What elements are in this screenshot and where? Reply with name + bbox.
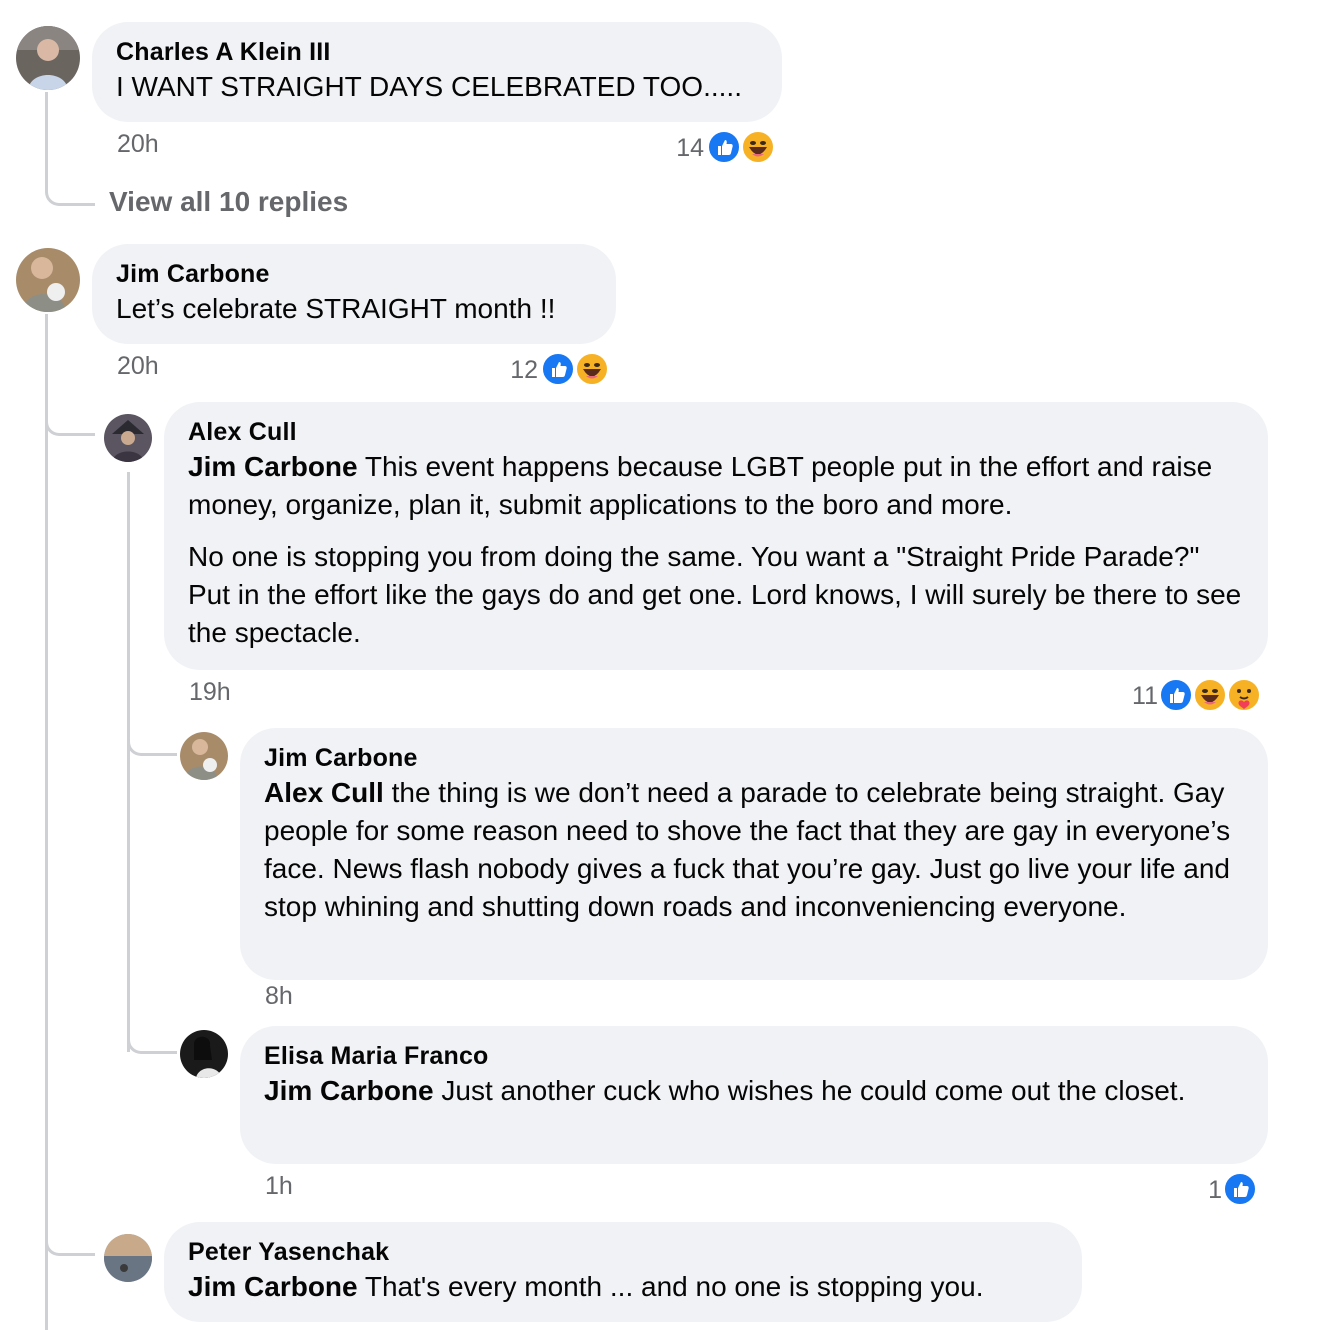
mention-link[interactable]: Jim Carbone [264,1075,434,1106]
thread-curve-reply4 [45,1220,95,1256]
avatar-elisa[interactable] [180,1030,228,1078]
comment-author[interactable]: Alex Cull [188,416,1244,448]
thread-curve-view-replies [45,170,95,206]
comment-author[interactable]: Jim Carbone [116,258,592,290]
view-all-replies-link[interactable]: View all 10 replies [109,186,348,218]
comment-text: Jim Carbone That's every month ... and n… [188,1268,1058,1306]
haha-icon[interactable] [740,129,776,165]
comment-timestamp[interactable]: 19h [189,678,231,707]
reaction-count[interactable]: 12 [494,356,538,385]
comment-author[interactable]: Jim Carbone [264,742,1244,774]
haha-icon[interactable] [1192,677,1228,713]
mention-link[interactable]: Jim Carbone [188,451,358,482]
avatar-photo-icon [16,26,80,90]
avatar-photo-icon [104,414,152,462]
avatar-charles[interactable] [16,26,80,90]
comment-text: I WANT STRAIGHT DAYS CELEBRATED TOO..... [116,71,742,102]
thread-line-reply1 [127,472,130,1052]
comment-text-part: That's every month ... and no one is sto… [357,1271,984,1302]
like-icon[interactable] [706,129,742,165]
reaction-count[interactable]: 11 [1114,682,1158,711]
comment-bubble-charles: Charles A Klein III I WANT STRAIGHT DAYS… [92,22,782,122]
reaction-count[interactable]: 1 [1178,1176,1222,1205]
comment-author[interactable]: Peter Yasenchak [188,1236,1058,1268]
comment-author[interactable]: Charles A Klein III [116,36,758,68]
avatar-alex[interactable] [104,414,152,462]
comment-timestamp[interactable]: 20h [117,352,159,381]
avatar-photo-icon [180,1030,228,1078]
comment-bubble-jim-reply: Jim Carbone Alex Cull the thing is we do… [240,728,1268,980]
comment-text: Jim Carbone This event happens because L… [188,448,1244,652]
comment-text: Jim Carbone Just another cuck who wishes… [264,1072,1244,1110]
comment-text-part: the thing is we don’t need a parade to c… [264,777,1231,922]
comment-bubble-elisa: Elisa Maria Franco Jim Carbone Just anot… [240,1026,1268,1164]
like-icon[interactable] [1158,677,1194,713]
comment-timestamp[interactable]: 8h [265,982,293,1011]
comment-timestamp[interactable]: 20h [117,130,159,159]
thread-curve-reply2 [127,720,177,756]
comment-bubble-alex: Alex Cull Jim Carbone This event happens… [164,402,1268,670]
like-icon[interactable] [540,351,576,387]
comment-bubble-peter: Peter Yasenchak Jim Carbone That's every… [164,1222,1082,1322]
reaction-count[interactable]: 14 [660,134,704,163]
comment-author[interactable]: Elisa Maria Franco [264,1040,1244,1072]
comment-text-part: No one is stopping you from doing the sa… [188,541,1242,648]
care-icon[interactable] [1226,677,1262,713]
like-icon[interactable] [1222,1171,1258,1207]
avatar-jim[interactable] [16,248,80,312]
haha-icon[interactable] [574,351,610,387]
thread-curve-reply1 [45,400,95,436]
avatar-photo-icon [104,1234,152,1282]
thread-line-comment2 [45,314,48,1330]
comment-text-part: Just another cuck who wishes he could co… [433,1075,1186,1106]
avatar-jim-reply[interactable] [180,732,228,780]
comment-bubble-jim: Jim Carbone Let’s celebrate STRAIGHT mon… [92,244,616,344]
mention-link[interactable]: Alex Cull [264,777,384,808]
avatar-photo-icon [16,248,80,312]
mention-link[interactable]: Jim Carbone [188,1271,358,1302]
comment-text: Alex Cull the thing is we don’t need a p… [264,774,1244,926]
avatar-photo-icon [180,732,228,780]
comment-timestamp[interactable]: 1h [265,1172,293,1201]
comment-text: Let’s celebrate STRAIGHT month !! [116,293,556,324]
avatar-peter[interactable] [104,1234,152,1282]
thread-curve-reply3 [127,1018,177,1054]
